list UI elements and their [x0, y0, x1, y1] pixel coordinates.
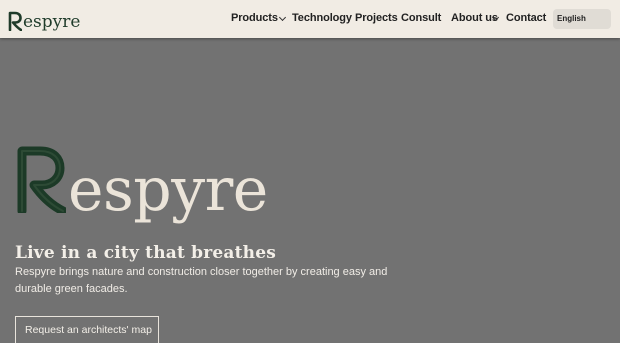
- hero-description: Respyre brings nature and construction c…: [15, 266, 388, 295]
- main-nav: Products Technology Projects Consult Abo…: [0, 0, 620, 38]
- nav-technology[interactable]: Technology: [292, 12, 352, 24]
- nav-projects[interactable]: Projects: [355, 12, 398, 24]
- chevron-down-icon[interactable]: [278, 13, 287, 22]
- nav-about-us[interactable]: About us: [451, 12, 498, 24]
- site-header: espyre Products Technology Projects Cons…: [0, 0, 620, 38]
- hero-tagline: Live in a city that breathes: [15, 243, 277, 263]
- hero-logo: espyre: [16, 143, 291, 228]
- nav-products[interactable]: Products: [231, 12, 278, 24]
- nav-consult[interactable]: Consult: [401, 12, 441, 24]
- r-leaf-icon: [17, 146, 66, 213]
- request-map-button[interactable]: Request an architects' map: [15, 316, 159, 343]
- language-selector[interactable]: English: [553, 9, 611, 29]
- hero-logo-word: espyre: [68, 155, 268, 225]
- nav-contact[interactable]: Contact: [506, 12, 546, 24]
